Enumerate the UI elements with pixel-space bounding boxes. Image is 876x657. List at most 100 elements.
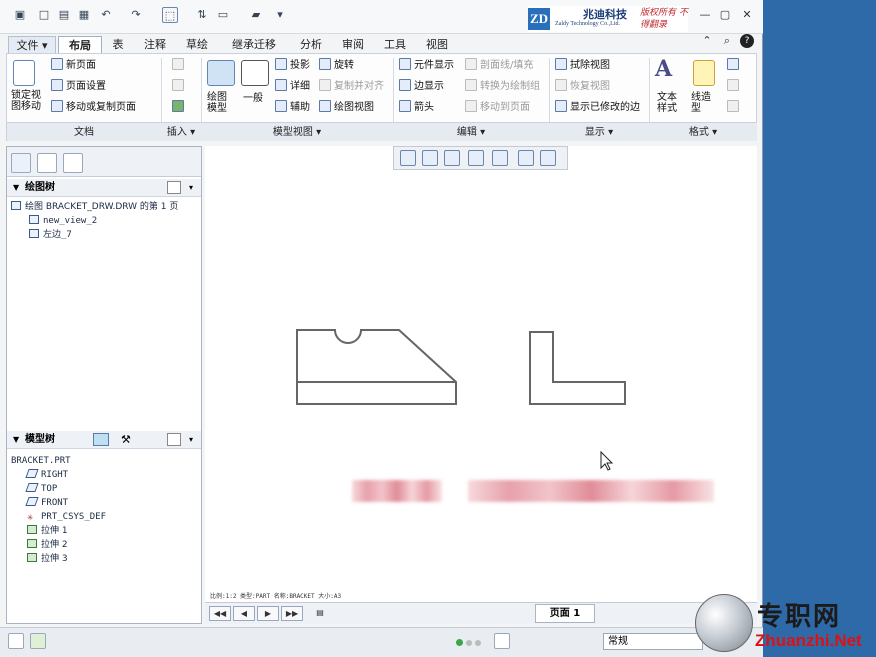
new-page-button[interactable]: 新页面: [51, 58, 96, 72]
tab-review[interactable]: 审阅: [334, 36, 372, 54]
group-display[interactable]: 显示 ▾: [549, 122, 649, 141]
drawing-canvas[interactable]: [205, 146, 757, 602]
tree-item-view[interactable]: 左边_7: [29, 229, 72, 241]
model-tree-tab-icon[interactable]: [11, 153, 31, 173]
tab-table[interactable]: 表: [104, 36, 132, 54]
tree-settings-icon[interactable]: [167, 433, 181, 446]
drawing-model-icon[interactable]: [207, 60, 235, 86]
lock-view-icon[interactable]: [13, 60, 35, 86]
collapse-ribbon-icon[interactable]: ⌃: [700, 34, 714, 48]
browser-toggle-icon[interactable]: [30, 633, 46, 649]
projection-button[interactable]: 投影: [275, 58, 310, 72]
tree-settings-icon[interactable]: [167, 181, 181, 194]
annotation-display-icon[interactable]: [518, 150, 534, 166]
zoom-out-icon[interactable]: [444, 150, 460, 166]
format-option-3[interactable]: [727, 100, 742, 114]
tree-item-csys[interactable]: ✳ PRT_CSYS_DEF: [27, 511, 106, 523]
chevron-down-icon[interactable]: ▾: [189, 179, 193, 197]
refit-icon[interactable]: [400, 150, 416, 166]
search-icon[interactable]: ⌕: [720, 34, 734, 48]
text-style-icon[interactable]: A: [655, 56, 672, 82]
windows-icon[interactable]: ▭: [215, 7, 231, 23]
insert-image-button[interactable]: [172, 100, 187, 114]
collapse-triangle-icon[interactable]: ▼: [13, 431, 19, 449]
chevron-down-icon[interactable]: ▾: [189, 431, 193, 449]
edge-display-button[interactable]: 边显示: [399, 79, 444, 93]
navigator-toggle-icon[interactable]: [8, 633, 24, 649]
display-style-icon[interactable]: [492, 150, 508, 166]
lock-view-label[interactable]: 锁定视图移动: [11, 90, 47, 112]
section-fill-button[interactable]: 剖面线/填充: [465, 58, 533, 72]
undo-icon[interactable]: ↶: [98, 7, 114, 23]
group-insert[interactable]: 插入 ▾: [161, 122, 201, 141]
display-style-icon[interactable]: [93, 433, 109, 446]
folder-browser-tab-icon[interactable]: [37, 153, 57, 173]
tree-item-extrude[interactable]: 拉伸 2: [27, 539, 68, 551]
convert-group-button[interactable]: 转换为绘制组: [465, 79, 540, 93]
repaint-icon[interactable]: [468, 150, 484, 166]
group-model-views[interactable]: 模型视图 ▾: [201, 122, 393, 141]
new-file-icon[interactable]: □: [36, 7, 52, 23]
selection-filter-select[interactable]: 常规: [603, 633, 703, 650]
model-tree-root[interactable]: BRACKET.PRT: [11, 455, 71, 467]
tab-legacy-migration[interactable]: 继承迁移: [220, 36, 288, 54]
line-style-icon[interactable]: [693, 60, 715, 86]
show-modified-edges-button[interactable]: 显示已修改的边: [555, 100, 640, 114]
tree-item-datum-plane[interactable]: FRONT: [25, 497, 68, 509]
model-tree-header[interactable]: ▼ 模型树 ⚒ ▾: [7, 431, 201, 449]
tab-sketch[interactable]: 草绘: [178, 36, 216, 54]
drawing-tree-root[interactable]: 绘图 BRACKET_DRW.DRW 的第 1 页: [11, 201, 178, 213]
close-icon[interactable]: ✕: [740, 8, 754, 22]
folder-icon[interactable]: ▰: [248, 7, 264, 23]
drawing-model-label[interactable]: 绘图模型: [207, 92, 233, 114]
tab-analysis[interactable]: 分析: [292, 36, 330, 54]
erase-view-button[interactable]: 拭除视图: [555, 58, 610, 72]
format-option-2[interactable]: [727, 79, 742, 93]
page-setup-button[interactable]: 页面设置: [51, 79, 106, 93]
zoom-in-icon[interactable]: [422, 150, 438, 166]
previous-page-icon[interactable]: ◀: [233, 606, 255, 621]
tree-item-datum-plane[interactable]: RIGHT: [25, 469, 68, 481]
open-folder-icon[interactable]: ▤: [56, 7, 72, 23]
next-page-icon[interactable]: ▶: [257, 606, 279, 621]
find-icon[interactable]: [494, 633, 510, 649]
first-page-icon[interactable]: ◀◀: [209, 606, 231, 621]
collapse-triangle-icon[interactable]: ▼: [13, 179, 19, 197]
general-view-label[interactable]: 一般: [243, 92, 263, 105]
drawing-tree-header[interactable]: ▼ 绘图树 ▾: [7, 179, 201, 197]
tree-item-extrude[interactable]: 拉伸 1: [27, 525, 68, 537]
text-style-label[interactable]: 文本样式: [657, 92, 683, 114]
detail-button[interactable]: 详细: [275, 79, 310, 93]
tree-item-datum-plane[interactable]: TOP: [25, 483, 57, 495]
revolve-button[interactable]: 旋转: [319, 58, 354, 72]
insert-axis-button[interactable]: [172, 58, 187, 72]
tab-file[interactable]: 文件 ▾: [8, 36, 56, 54]
regenerate-icon[interactable]: ⇅: [194, 7, 210, 23]
redo-icon[interactable]: ↷: [128, 7, 144, 23]
save-icon[interactable]: ▦: [76, 7, 92, 23]
move-to-page-button[interactable]: 移动到页面: [465, 100, 530, 114]
customize-toolbar-icon[interactable]: ▾: [272, 7, 288, 23]
favorites-tab-icon[interactable]: [63, 153, 83, 173]
last-page-icon[interactable]: ▶▶: [281, 606, 303, 621]
restore-view-button[interactable]: 恢复视图: [555, 79, 610, 93]
left-view-outline[interactable]: [529, 331, 626, 405]
arrow-button[interactable]: 箭头: [399, 100, 434, 114]
minimize-icon[interactable]: —: [698, 8, 712, 22]
tab-view[interactable]: 视图: [418, 36, 456, 54]
tab-layout[interactable]: 布局: [58, 36, 102, 54]
tab-annotate[interactable]: 注释: [136, 36, 174, 54]
datum-display-icon[interactable]: [540, 150, 556, 166]
page-tab[interactable]: 页面 1: [535, 604, 595, 623]
select-box-icon[interactable]: ⬚: [162, 7, 178, 23]
front-view-outline[interactable]: [296, 329, 457, 405]
drawing-view-button[interactable]: 绘图视图: [319, 100, 374, 114]
insert-plane-button[interactable]: [172, 79, 187, 93]
group-edit[interactable]: 编辑 ▾: [393, 122, 549, 141]
format-option-1[interactable]: [727, 58, 742, 72]
tab-tools[interactable]: 工具: [376, 36, 414, 54]
tree-item-view[interactable]: new_view_2: [29, 215, 97, 227]
tree-item-extrude[interactable]: 拉伸 3: [27, 553, 68, 565]
element-display-button[interactable]: 元件显示: [399, 58, 454, 72]
auxiliary-button[interactable]: 辅助: [275, 100, 310, 114]
